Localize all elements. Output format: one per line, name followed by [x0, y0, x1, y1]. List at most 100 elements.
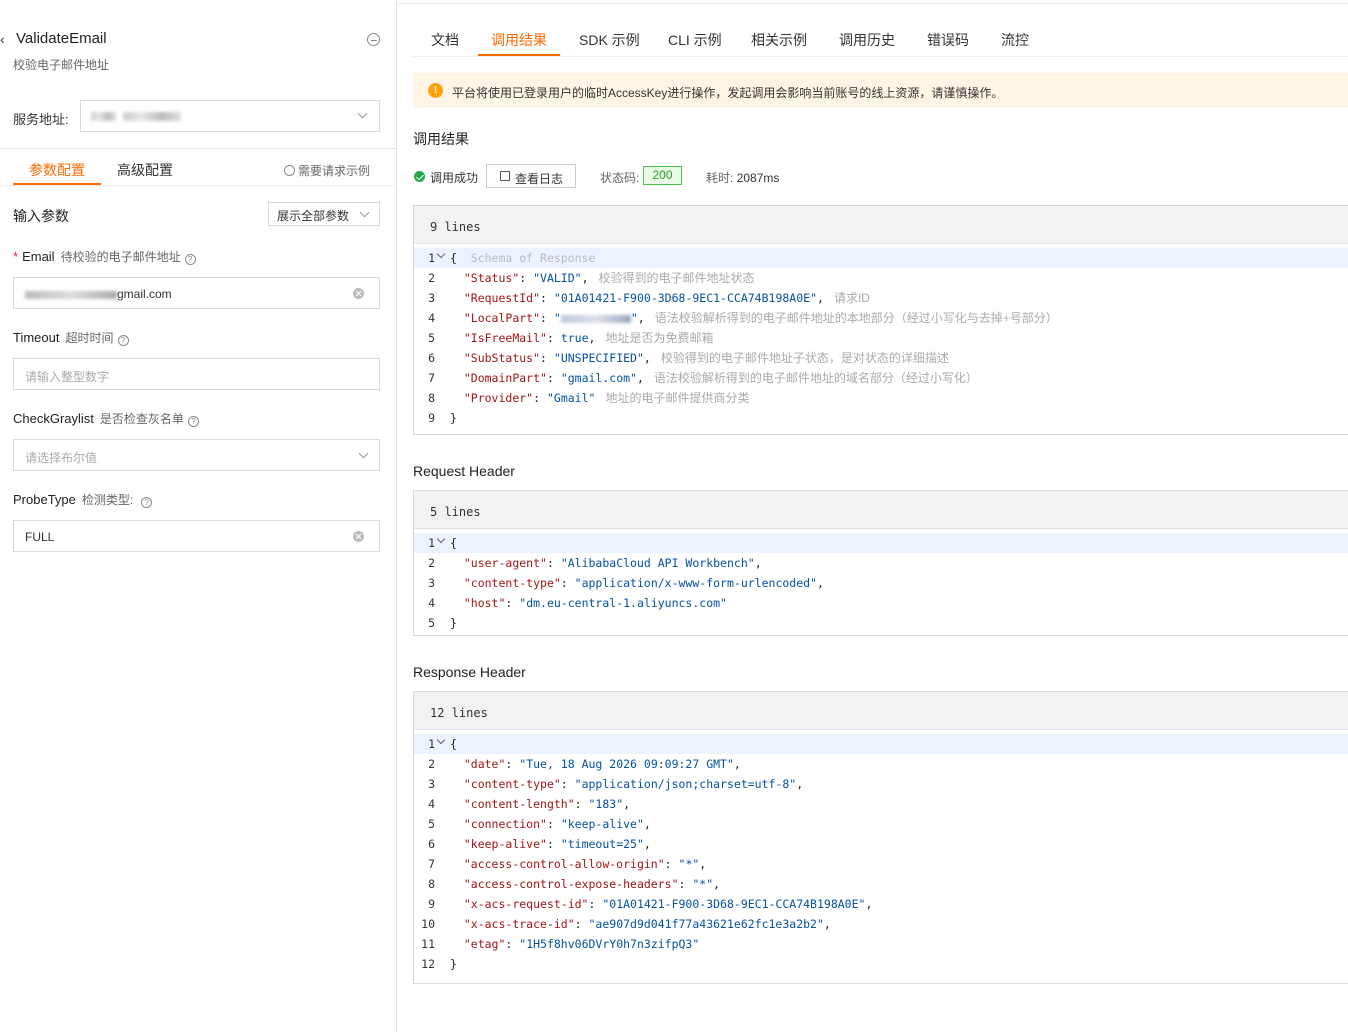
colon: : [588, 897, 603, 911]
json-key: "x-acs-trace-id" [463, 917, 575, 931]
tab-param-config[interactable]: 参数配置 [29, 160, 85, 180]
code-line: 2 "user-agent": "AlibabaCloud API Workbe… [414, 553, 1348, 573]
json-value: "UNSPECIFIED" [553, 351, 644, 365]
help-icon[interactable]: ? [141, 497, 153, 508]
success-icon [414, 171, 425, 182]
json-key: "LocalPart" [463, 311, 541, 325]
code-line: 9 "x-acs-request-id": "01A01421-F900-3D6… [414, 894, 1348, 914]
line-number: 7 [428, 857, 435, 871]
divider [413, 56, 1348, 57]
response-header-code-block[interactable]: 12 lines 1{2 "date": "Tue, 18 Aug 2026 0… [413, 691, 1348, 984]
clear-icon[interactable] [353, 531, 364, 542]
brace: } [450, 411, 457, 425]
tab-sdk-example[interactable]: SDK 示例 [579, 30, 640, 50]
brace: } [450, 616, 457, 630]
tab-docs[interactable]: 文档 [431, 30, 459, 50]
request-header-code-block[interactable]: 5 lines 1{2 "user-agent": "AlibabaCloud … [413, 490, 1348, 636]
need-example-link[interactable]: 需要请求示例 [284, 162, 370, 179]
tab-related-examples[interactable]: 相关示例 [751, 30, 807, 50]
result-title: 调用结果 [413, 131, 469, 147]
param-label-probetype: ProbeType 检测类型:? [13, 491, 153, 508]
tab-cli-example[interactable]: CLI 示例 [668, 30, 722, 50]
tab-call-history[interactable]: 调用历史 [839, 30, 895, 50]
json-value: "application/json;charset=utf-8" [574, 777, 797, 791]
comma: , [643, 837, 651, 851]
json-value: "183" [588, 797, 624, 811]
colon: : [574, 797, 589, 811]
code-text: "content-length": "183", [450, 794, 630, 814]
colon: : [540, 351, 554, 365]
show-all-params-select[interactable]: 展示全部参数 [268, 202, 380, 226]
colon: : [519, 271, 534, 285]
divider [0, 148, 397, 149]
line-number: 8 [428, 877, 435, 891]
view-log-button[interactable]: 查看日志 [486, 164, 576, 188]
comma: , [754, 556, 762, 570]
colon: : [560, 777, 575, 791]
colon: : [678, 877, 693, 891]
tab-rate-limit[interactable]: 流控 [1001, 30, 1029, 50]
code-line: 4 "LocalPart": " ", 语法校验解析得到的电子邮件地址的本地部分（… [414, 308, 1348, 328]
fold-chevron-icon [436, 735, 446, 745]
field-comment: 请求ID [823, 291, 870, 305]
colon: : [505, 757, 520, 771]
json-key: "IsFreeMail" [463, 331, 547, 345]
json-value: "Tue, 18 Aug 2026 09:09:27 GMT" [519, 757, 734, 771]
code-text: { Schema of Response [450, 248, 595, 268]
clear-icon[interactable] [353, 288, 364, 299]
back-arrow-icon[interactable]: ‹ [0, 31, 5, 47]
external-link-icon [500, 171, 510, 181]
code-text: "RequestId": "01A01421-F900-3D68-9EC1-CC… [450, 288, 870, 308]
timeout-input[interactable]: 请输入整型数字 [13, 358, 380, 390]
email-input[interactable]: gmail.com [13, 277, 380, 309]
tab-error-codes[interactable]: 错误码 [927, 30, 969, 50]
colon: : [533, 391, 547, 405]
comma: , [643, 351, 651, 365]
tab-call-result[interactable]: 调用结果 [491, 30, 547, 50]
colon: : [540, 311, 554, 325]
comma: , [796, 777, 804, 791]
code-body: 1{ Schema of Response 2 "Status": "VALID"… [414, 244, 1348, 428]
checkgraylist-select[interactable]: 请选择布尔值 [13, 439, 380, 471]
redacted-text [123, 112, 181, 121]
code-text: "host": "dm.eu-central-1.aliyuncs.com" [450, 593, 727, 613]
view-log-label: 查看日志 [515, 172, 564, 186]
help-icon[interactable]: ? [184, 254, 196, 265]
feedback-icon[interactable] [367, 33, 380, 46]
code-body: 1{2 "date": "Tue, 18 Aug 2026 09:09:27 G… [414, 730, 1348, 974]
required-mark: * [13, 249, 19, 264]
code-line: 6 "keep-alive": "timeout=25", [414, 834, 1348, 854]
code-text: } [450, 613, 457, 633]
code-line: 3 "content-type": "application/x-www-for… [414, 573, 1348, 593]
tab-advanced-config[interactable]: 高级配置 [117, 160, 173, 180]
line-number: 5 [428, 331, 435, 345]
service-select[interactable] [80, 100, 380, 132]
code-line: 3 "RequestId": "01A01421-F900-3D68-9EC1-… [414, 288, 1348, 308]
left-panel: ‹ ValidateEmail 校验电子邮件地址 服务地址: 参数配置 高级配置… [0, 0, 397, 1032]
help-icon[interactable]: ? [187, 416, 199, 427]
json-value: "keep-alive" [560, 817, 644, 831]
code-line: 4 "content-length": "183", [414, 794, 1348, 814]
colon: : [546, 371, 561, 385]
json-key: "connection" [463, 817, 547, 831]
success-text: 调用成功 [430, 171, 479, 185]
code-line: 12} [414, 954, 1348, 974]
json-key: "content-type" [463, 576, 561, 590]
code-line: 3 "content-type": "application/json;char… [414, 774, 1348, 794]
comma: , [623, 797, 631, 811]
response-code-block[interactable]: 9 lines 1{ Schema of Response 2 "Status":… [413, 205, 1348, 435]
comma: , [816, 576, 824, 590]
param-label-checkgraylist: CheckGraylist 是否检查灰名单? [13, 410, 199, 427]
code-line: 1{ [414, 533, 1348, 553]
comma: , [817, 291, 824, 305]
probetype-input[interactable]: FULL [13, 520, 380, 552]
help-icon[interactable]: ? [117, 335, 129, 346]
